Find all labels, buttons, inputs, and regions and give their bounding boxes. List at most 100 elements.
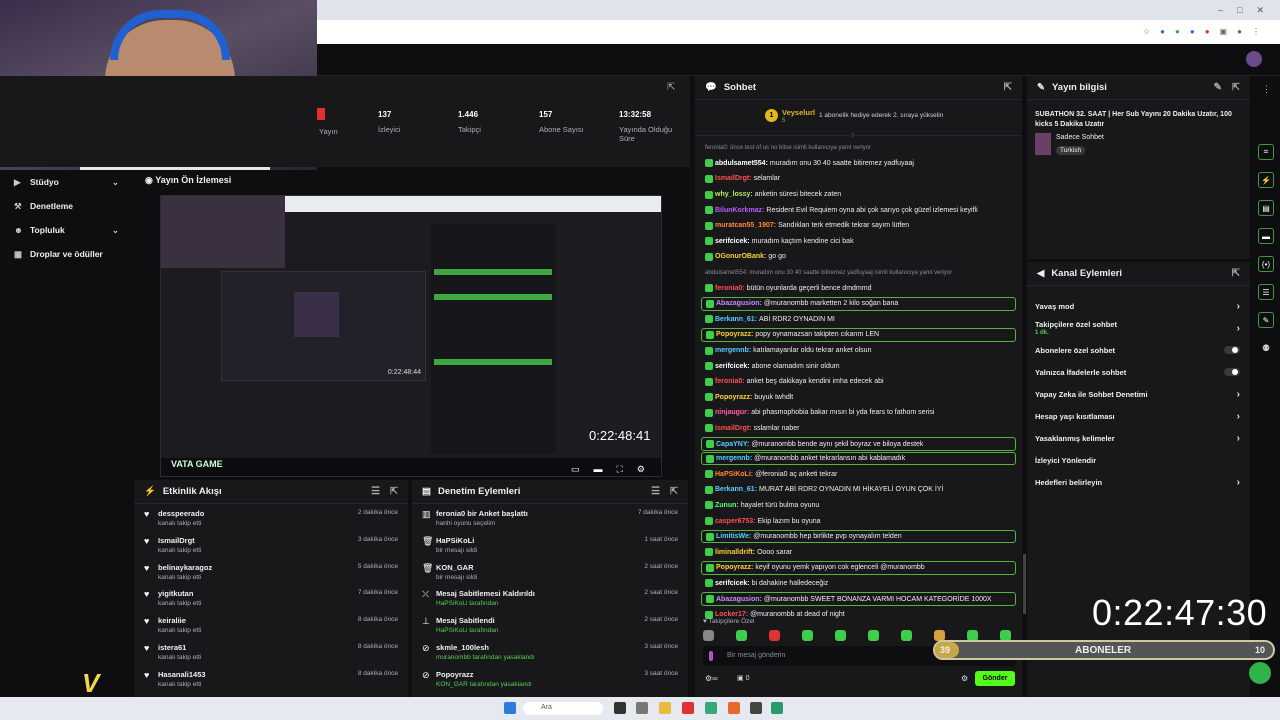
chat-message[interactable]: HaPSiKoLi: @feronia0 aç anketi tekrar: [695, 466, 1022, 482]
channel-action-item[interactable]: İzleyici Yönlendir: [1027, 449, 1250, 471]
channel-action-item[interactable]: Yalnızca İfadelerle sohbet: [1027, 361, 1250, 383]
chat-message[interactable]: BilunKorkmaz: Resident Evil Requiem oyna…: [695, 202, 1022, 218]
chat-message[interactable]: Popoyrazz: keyif oyunu yemk yapıyon cok …: [701, 561, 1016, 575]
chat-message[interactable]: Abazagusion: @muranombb SWEET BONANZA VA…: [701, 592, 1016, 606]
users-icon[interactable]: ⚙∞: [705, 674, 718, 683]
list-icon[interactable]: ☰: [1258, 284, 1274, 300]
menu-icon[interactable]: ⋮: [1252, 27, 1260, 37]
pin-icon[interactable]: ⫶: [852, 133, 854, 140]
channel-action-item[interactable]: Yapay Zeka ile Sohbet Denetimi ›: [1027, 383, 1250, 405]
activity-item[interactable]: ♥ keiraliie kanalı takip etti 8 dakika ö…: [134, 611, 408, 638]
chat-message[interactable]: Popoyrazz: popy oynamazsan takipten cıka…: [701, 328, 1016, 342]
channel-action-item[interactable]: Hesap yaşı kısıtlaması ›: [1027, 405, 1250, 427]
settings-icon[interactable]: ⚙: [637, 464, 645, 475]
profile-icon[interactable]: ●: [1237, 27, 1242, 37]
activity-item[interactable]: ♥ desspeerado kanalı takip etti 2 dakika…: [134, 504, 408, 531]
chat-icon[interactable]: ▬: [1258, 228, 1274, 244]
popout-icon[interactable]: ⇱: [667, 82, 675, 93]
chat-message[interactable]: IsmailDrgt: selamlar: [695, 171, 1022, 187]
chat-message[interactable]: why_lossy: anketin süresi bitecek zaten: [695, 187, 1022, 203]
channel-action-item[interactable]: Yasaklanmış kelimeler ›: [1027, 427, 1250, 449]
more-icon[interactable]: ⋮: [1262, 84, 1271, 95]
app-icon[interactable]: [771, 702, 783, 714]
chat-message[interactable]: IsmailDrgt: sslamlar naber: [695, 421, 1022, 437]
chat-message[interactable]: LimitisWe: @muranombb hep birlikte pvp o…: [701, 529, 1016, 544]
address-bar[interactable]: [317, 20, 1280, 44]
chat-message[interactable]: muratcan55_1907: Sandıkları terk etmedik…: [695, 218, 1022, 234]
users-icon[interactable]: ⚉: [1262, 343, 1270, 354]
moderation-item[interactable]: ⤫ Mesaj Sabitlemesi Kaldırıldı HaPSiKoLi…: [412, 584, 688, 611]
edit-icon[interactable]: ✎: [1214, 82, 1222, 93]
document-icon[interactable]: ▤: [1258, 200, 1274, 216]
activity-item[interactable]: ♥ Hasanali1453 kanalı takip etti 8 dakik…: [134, 665, 408, 692]
channel-action-item[interactable]: Takipçilere özel sohbet 1 dk. ›: [1027, 317, 1250, 339]
toggle-switch[interactable]: [1224, 368, 1240, 376]
send-button[interactable]: Gönder: [975, 671, 1015, 686]
moderation-item[interactable]: 🗑 KON_GAR bir mesajı sildi 2 saat önce: [412, 558, 688, 585]
star-icon[interactable]: ☆: [1143, 27, 1150, 37]
chat-settings-icon[interactable]: ⚙: [961, 674, 968, 683]
emote-icon[interactable]: [901, 630, 912, 641]
chat-message[interactable]: Berkann_61: MURAT ABİ RDR2 OYNADIN MI Hİ…: [695, 482, 1022, 498]
emote-icon[interactable]: [868, 630, 879, 641]
popout-icon[interactable]: ⇱: [390, 486, 398, 497]
channel-action-item[interactable]: Abonelere özel sohbet: [1027, 339, 1250, 361]
filter-icon[interactable]: ☰: [651, 486, 660, 497]
shield-icon[interactable]: ●: [1175, 27, 1180, 37]
activity-item[interactable]: ♥ IsmailDrgt kanalı takip etti 3 dakika …: [134, 531, 408, 558]
chat-message[interactable]: Popoyrazz: buyuk twhdlt: [695, 390, 1022, 406]
chat-message[interactable]: liminalldrift: Oooo sarar: [695, 544, 1022, 560]
popout-icon[interactable]: ⇱: [1232, 82, 1240, 93]
chat-message[interactable]: abdulsamet554: muradım onu 30 40 saatte …: [695, 156, 1022, 172]
sidebar-item-studio[interactable]: ▶ Stüdyo ⌄: [0, 170, 131, 194]
obs-icon[interactable]: [750, 702, 762, 714]
chrome-icon[interactable]: [682, 702, 694, 714]
chat-message[interactable]: serifcicek: abone olamadım sinir oldum: [695, 358, 1022, 374]
chat-message[interactable]: Zunun: hayalet türü bulma oyunu: [695, 498, 1022, 514]
taskview-icon[interactable]: [614, 702, 626, 714]
chat-message[interactable]: serifcicek: bi dahakine halledeceğiz: [695, 576, 1022, 592]
activity-item[interactable]: ♥ belinaykaragoz kanalı takip etti 5 dak…: [134, 558, 408, 585]
folder-icon[interactable]: [659, 702, 671, 714]
extension-icon[interactable]: ●: [1205, 27, 1210, 37]
activity-item[interactable]: ♥ yigitkutan kanalı takip etti 7 dakika …: [134, 584, 408, 611]
emote-icon[interactable]: [703, 630, 714, 641]
filter-icon[interactable]: ☰: [371, 486, 380, 497]
theater-icon[interactable]: ▬: [594, 464, 603, 475]
moderation-item[interactable]: ⊘ Popoyrazz KON_GAR tarafından yasakland…: [412, 665, 688, 692]
emote-icon[interactable]: [736, 630, 747, 641]
extension-icon[interactable]: ●: [1160, 27, 1165, 37]
popout-icon[interactable]: ⇱: [1004, 82, 1012, 93]
crop-icon[interactable]: ⌗: [1258, 144, 1274, 160]
moderation-item[interactable]: ⊘ skmle_100lesh muranombb tarafından yas…: [412, 638, 688, 665]
channel-action-item[interactable]: Hedefleri belirleyin ›: [1027, 471, 1250, 493]
channel-action-item[interactable]: Yavaş mod ›: [1027, 295, 1250, 317]
taskbar-search[interactable]: Ara: [523, 702, 603, 715]
moderation-item[interactable]: 🗑 HaPSiKoLi bir mesajı sildi 1 saat önce: [412, 531, 688, 558]
chat-message[interactable]: Abazagusion: @muranombb marketten 2 kilo…: [701, 296, 1016, 311]
sidebar-item-moderation[interactable]: ⚒ Denetleme: [0, 194, 131, 218]
stream-preview[interactable]: 0:22:48:44 VATA GAME 0:22:48:41 ▭ ▬ ⛶ ⚙: [160, 195, 662, 477]
activity-item[interactable]: ♥ istera61 kanalı takip etti 8 dakika ön…: [134, 638, 408, 665]
mic-icon[interactable]: [709, 651, 713, 661]
chat-message[interactable]: Berkann_61: ABİ RDR2 OYNADIN MI: [695, 312, 1022, 328]
app-icon[interactable]: [636, 702, 648, 714]
chat-message[interactable]: OGonurOBank: go go: [695, 249, 1022, 265]
chat-message[interactable]: ninjaugur: abi phasmophobia bakar mısın …: [695, 405, 1022, 421]
minimize-icon[interactable]: –: [1218, 5, 1223, 15]
moderation-item[interactable]: ⊥ Mesaj Sabitlendi HaPSiKoLi tarafından …: [412, 611, 688, 638]
app-icon[interactable]: [705, 702, 717, 714]
avatar[interactable]: [1246, 51, 1262, 67]
emote-icon[interactable]: [802, 630, 813, 641]
wrench-icon[interactable]: ✎: [1258, 312, 1274, 328]
chat-message[interactable]: CapaYNY: @muranombb bende aynı şekil boy…: [701, 437, 1016, 451]
pip-icon[interactable]: ▭: [571, 464, 580, 475]
popout-icon[interactable]: ⇱: [1232, 268, 1240, 279]
chat-message[interactable]: feronia0: bütün oyunlarda geçerli bence …: [695, 280, 1022, 296]
emote-icon[interactable]: [769, 630, 780, 641]
chat-message[interactable]: mergennb: katılamayanlar oldu tekrar ank…: [695, 343, 1022, 359]
fullscreen-icon[interactable]: ⛶: [617, 464, 623, 475]
moderation-item[interactable]: ▥ feronia0 bir Anket başlattı hanhi oyun…: [412, 504, 688, 531]
puzzle-icon[interactable]: ▣: [1220, 27, 1228, 37]
chat-message[interactable]: feronia0: anket beş dakikaya kendini imh…: [695, 374, 1022, 390]
